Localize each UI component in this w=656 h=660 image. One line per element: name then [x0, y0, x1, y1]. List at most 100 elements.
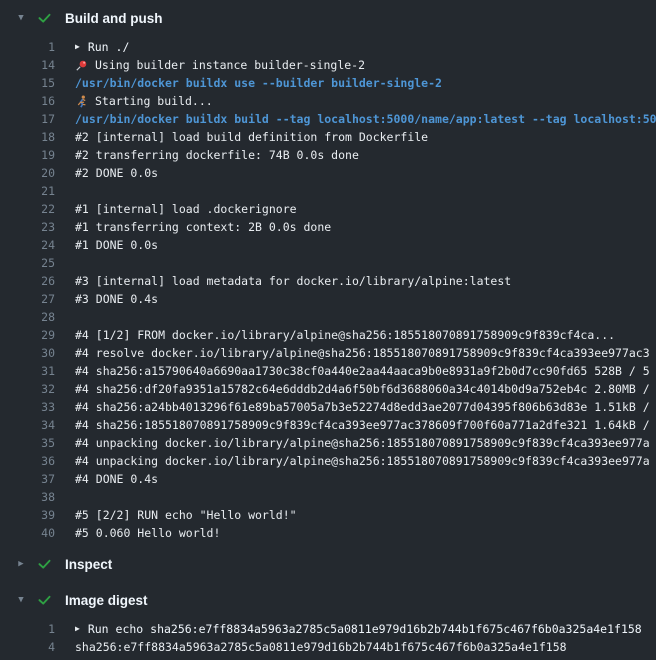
log-line-content: #2 [internal] load build definition from…: [75, 128, 428, 146]
line-number[interactable]: 39: [0, 506, 55, 524]
log-line: 17/usr/bin/docker buildx build --tag loc…: [0, 110, 656, 128]
line-number[interactable]: 14: [0, 56, 55, 74]
log-line-text: #1 transferring context: 2B 0.0s done: [75, 218, 331, 236]
log-line: 4 sha256:e7ff8834a5963a2785c5a0811e979d16…: [0, 638, 656, 656]
log-line-content: #4 unpacking docker.io/library/alpine@sh…: [75, 434, 650, 452]
section-image-digest: ▼Image digest1▶Run echo sha256:e7ff8834a…: [0, 582, 656, 660]
log-line-text: #4 sha256:a24bb4013296f61e89ba57005a7b3e…: [75, 398, 650, 416]
check-success-icon: [37, 593, 52, 608]
section-title: Image digest: [65, 593, 148, 608]
line-number[interactable]: 21: [0, 182, 55, 200]
line-number[interactable]: 40: [0, 524, 55, 542]
line-number[interactable]: 32: [0, 380, 55, 398]
log-line-text: #4 unpacking docker.io/library/alpine@sh…: [75, 434, 650, 452]
log-line-text: #4 [1/2] FROM docker.io/library/alpine@s…: [75, 326, 615, 344]
log-line-text: #5 [2/2] RUN echo "Hello world!": [75, 506, 297, 524]
line-number[interactable]: 27: [0, 290, 55, 308]
log-line: 24#1 DONE 0.0s: [0, 236, 656, 254]
log-line-text: #4 DONE 0.4s: [75, 470, 158, 488]
line-number[interactable]: 28: [0, 308, 55, 326]
log-line-text: #2 [internal] load build definition from…: [75, 128, 428, 146]
log-line: 21: [0, 182, 656, 200]
log-line-content: #3 DONE 0.4s: [75, 290, 158, 308]
log-line-content: #4 resolve docker.io/library/alpine@sha2…: [75, 344, 650, 362]
line-number[interactable]: 29: [0, 326, 55, 344]
pushpin-icon: [75, 59, 89, 72]
line-number[interactable]: 19: [0, 146, 55, 164]
line-number[interactable]: 1: [0, 620, 55, 638]
line-number[interactable]: 4: [0, 638, 55, 656]
line-number[interactable]: 22: [0, 200, 55, 218]
log-line-content: #2 transferring dockerfile: 74B 0.0s don…: [75, 146, 359, 164]
line-number[interactable]: 37: [0, 470, 55, 488]
log-line-content: #5 [2/2] RUN echo "Hello world!": [75, 506, 297, 524]
line-number[interactable]: 33: [0, 398, 55, 416]
log-line: 33 #4 sha256:a24bb4013296f61e89ba57005a7b…: [0, 398, 656, 416]
log-line: 40 #5 0.060 Hello world!: [0, 524, 656, 542]
log-line-content: #4 sha256:df20fa9351a15782c64e6dddb2d4a6…: [75, 380, 650, 398]
log-line-content: #1 transferring context: 2B 0.0s done: [75, 218, 331, 236]
actions-log-page: { "colors": { "background": "#24292f", "…: [0, 0, 656, 658]
log-line-content: sha256:e7ff8834a5963a2785c5a0811e979d16b…: [75, 638, 567, 656]
log-line: 29 #4 [1/2] FROM docker.io/library/alpine…: [0, 326, 656, 344]
line-number[interactable]: 15: [0, 74, 55, 92]
log-line-text: sha256:e7ff8834a5963a2785c5a0811e979d16b…: [75, 638, 567, 656]
line-number[interactable]: 26: [0, 272, 55, 290]
line-number[interactable]: 1: [0, 38, 55, 56]
log-line-text: #4 unpacking docker.io/library/alpine@sh…: [75, 452, 650, 470]
section-log-lines: 1▶Run ./14Using builder instance builder…: [0, 36, 656, 546]
log-line-content: #5 0.060 Hello world!: [75, 524, 220, 542]
line-number[interactable]: 17: [0, 110, 55, 128]
line-number[interactable]: 23: [0, 218, 55, 236]
log-line-content: /usr/bin/docker buildx build --tag local…: [75, 110, 656, 128]
log-line-text: #5 0.060 Hello world!: [75, 524, 220, 542]
section-header-inspect[interactable]: ▶Inspect: [0, 546, 656, 582]
log-viewer: ▼Build and push1▶Run ./14Using builder i…: [0, 0, 656, 660]
section-header-image-digest[interactable]: ▼ Image digest: [0, 582, 656, 618]
log-line-content: #4 unpacking docker.io/library/alpine@sh…: [75, 452, 650, 470]
log-line-text: #3 DONE 0.4s: [75, 290, 158, 308]
chevron-down-icon[interactable]: ▼: [15, 14, 27, 23]
log-line-content: #4 sha256:a24bb4013296f61e89ba57005a7b3e…: [75, 398, 650, 416]
log-line-text: Using builder instance builder-single-2: [95, 56, 365, 74]
line-number[interactable]: 34: [0, 416, 55, 434]
log-line: 26 #3 [internal] load metadata for docker…: [0, 272, 656, 290]
log-line: 31#4 sha256:a15790640a6690aa1730c38cf0a4…: [0, 362, 656, 380]
line-number[interactable]: 18: [0, 128, 55, 146]
line-number[interactable]: 31: [0, 362, 55, 380]
log-line-content: /usr/bin/docker buildx use --builder bui…: [75, 74, 442, 92]
log-line-text: #4 resolve docker.io/library/alpine@sha2…: [75, 344, 650, 362]
chevron-down-icon[interactable]: ▼: [15, 596, 27, 605]
line-number[interactable]: 30: [0, 344, 55, 362]
run-disclosure-icon[interactable]: ▶: [75, 625, 80, 633]
section-log-lines: 1▶Run echo sha256:e7ff8834a5963a2785c5a0…: [0, 618, 656, 660]
line-number[interactable]: 25: [0, 254, 55, 272]
line-number[interactable]: 16: [0, 92, 55, 110]
line-number[interactable]: 38: [0, 488, 55, 506]
log-line-text: /usr/bin/docker buildx use --builder bui…: [75, 74, 442, 92]
run-disclosure-icon[interactable]: ▶: [75, 43, 80, 51]
log-line: 25: [0, 254, 656, 272]
log-line: 32 #4 sha256:df20fa9351a15782c64e6dddb2d4…: [0, 380, 656, 398]
section-build-and-push: ▼Build and push1▶Run ./14Using builder i…: [0, 0, 656, 546]
line-number[interactable]: 24: [0, 236, 55, 254]
log-line: 14 Using builder instance builder-single-…: [0, 56, 656, 74]
log-line-text: #2 DONE 0.0s: [75, 164, 158, 182]
log-line: 1▶Run echo sha256:e7ff8834a5963a2785c5a0…: [0, 620, 656, 638]
check-success-icon: [37, 11, 52, 26]
log-line-text: #4 sha256:df20fa9351a15782c64e6dddb2d4a6…: [75, 380, 650, 398]
chevron-right-icon[interactable]: ▶: [15, 560, 27, 569]
line-number[interactable]: 36: [0, 452, 55, 470]
log-line: 34 #4 sha256:185518070891758909c9f839cf4c…: [0, 416, 656, 434]
log-line: 22#1 [internal] load .dockerignore: [0, 200, 656, 218]
log-line: 37 #4 DONE 0.4s: [0, 470, 656, 488]
log-line-text: #4 sha256:185518070891758909c9f839cf4ca3…: [75, 416, 650, 434]
line-number[interactable]: 20: [0, 164, 55, 182]
runner-icon: [75, 95, 89, 108]
log-line-content: #4 [1/2] FROM docker.io/library/alpine@s…: [75, 326, 615, 344]
log-line: 19 #2 transferring dockerfile: 74B 0.0s d…: [0, 146, 656, 164]
log-line: 35 #4 unpacking docker.io/library/alpine@…: [0, 434, 656, 452]
log-line-text: #3 [internal] load metadata for docker.i…: [75, 272, 511, 290]
section-header-build-and-push[interactable]: ▼Build and push: [0, 0, 656, 36]
line-number[interactable]: 35: [0, 434, 55, 452]
